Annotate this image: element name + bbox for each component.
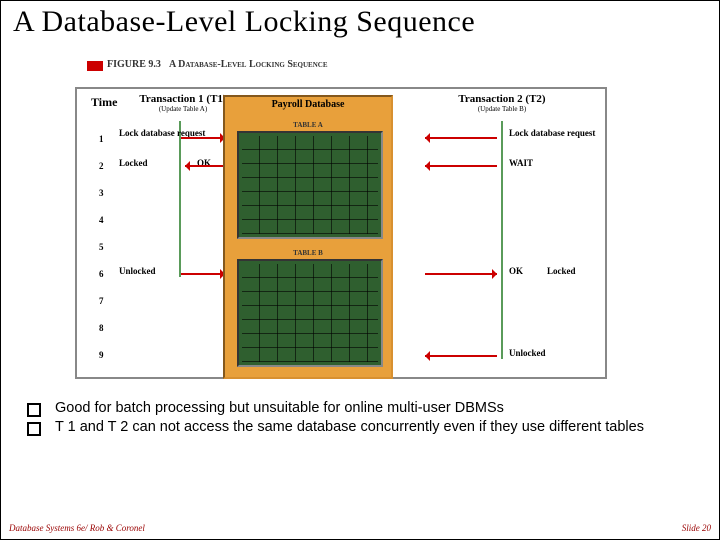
- figure-number: FIGURE 9.3: [107, 59, 161, 70]
- table-a-grid: [237, 131, 383, 239]
- arrow-t2-unlock: [425, 355, 497, 357]
- bullet-1: Good for batch processing but unsuitable…: [55, 399, 697, 418]
- t2-ev2: WAIT: [509, 159, 533, 168]
- t2-ev6a: OK: [509, 267, 523, 276]
- footer-right: Slide 20: [682, 523, 711, 533]
- t1-ev6: Unlocked: [119, 267, 156, 276]
- t1-ev2a: Locked: [119, 159, 148, 168]
- table-a-label: TABLE A: [225, 121, 391, 129]
- t1-timeline: [179, 121, 181, 277]
- red-square-icon: [87, 61, 103, 71]
- t2-ev1: Lock database request: [509, 129, 595, 138]
- step-num: 7: [99, 297, 104, 306]
- bullet-2: T 1 and T 2 can not access the same data…: [55, 418, 697, 437]
- step-num: 2: [99, 162, 104, 171]
- arrow-t1-unlock: [181, 273, 225, 275]
- step-num: 6: [99, 270, 104, 279]
- t2-title: Transaction 2 (T2): [458, 93, 545, 105]
- db-title: Payroll Database: [225, 99, 391, 110]
- table-b-label: TABLE B: [225, 249, 391, 257]
- figure-caption: A Database-Level Locking Sequence: [169, 59, 328, 70]
- step-num: 1: [99, 135, 104, 144]
- page-title: A Database-Level Locking Sequence: [1, 1, 719, 39]
- arrow-t2-ok: [425, 273, 497, 275]
- arrow-t2-wait: [425, 165, 497, 167]
- bullets-list: Good for batch processing but unsuitable…: [27, 399, 697, 437]
- arrow-t2-request: [425, 137, 497, 139]
- t2-timeline: [501, 121, 503, 359]
- t2-header: Transaction 2 (T2) (Update Table B): [437, 93, 567, 113]
- t2-sub: (Update Table B): [437, 105, 567, 113]
- t2-ev6b: Locked: [547, 267, 576, 276]
- arrow-t1-ok: [185, 165, 225, 167]
- step-num: 3: [99, 189, 104, 198]
- payroll-db-panel: Payroll Database TABLE A TABLE B: [223, 95, 393, 379]
- step-num: 4: [99, 216, 104, 225]
- step-num: 5: [99, 243, 104, 252]
- time-header: Time: [91, 95, 117, 110]
- step-num: 9: [99, 351, 104, 360]
- step-num: 8: [99, 324, 104, 333]
- footer-left: Database Systems 6e/ Rob & Coronel: [9, 523, 145, 533]
- t1-title: Transaction 1 (T1): [139, 93, 226, 105]
- t2-ev9: Unlocked: [509, 349, 546, 358]
- arrow-t1-request: [181, 137, 225, 139]
- table-b-grid: [237, 259, 383, 367]
- slide: A Database-Level Locking Sequence FIGURE…: [0, 0, 720, 540]
